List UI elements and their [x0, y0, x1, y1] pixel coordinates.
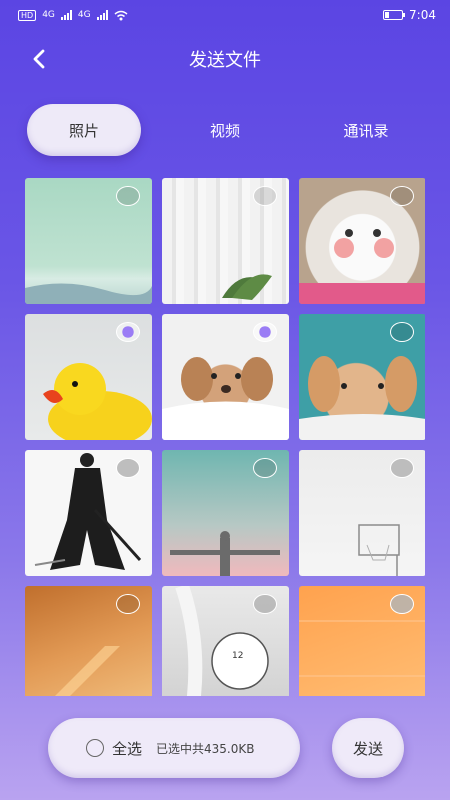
photo-tile-cat[interactable] — [299, 178, 425, 304]
photo-tile-statue[interactable] — [162, 450, 289, 576]
battery-icon — [383, 10, 406, 20]
net-label-2: 4G — [77, 10, 91, 20]
select-circle[interactable] — [253, 594, 277, 614]
select-circle[interactable] — [390, 186, 414, 206]
tab-bar: 照片 视频 通讯录 — [0, 104, 450, 160]
hd-badge: HD — [18, 9, 37, 21]
select-circle[interactable] — [116, 458, 140, 478]
photo-tile-orange-gradient[interactable] — [299, 586, 425, 696]
tab-contacts[interactable]: 通讯录 — [309, 104, 423, 156]
select-circle[interactable] — [116, 186, 140, 206]
status-bar: HD 4G 4G 7:04 — [0, 0, 450, 30]
signal-icon-2 — [96, 10, 108, 20]
tab-videos[interactable]: 视频 — [168, 104, 282, 156]
photo-tile-hoop[interactable] — [299, 450, 425, 576]
status-left: HD 4G 4G — [18, 9, 128, 21]
select-circle[interactable] — [390, 322, 414, 342]
select-all-bar: 全选 已选中共435.0KB — [48, 718, 300, 778]
svg-text:12: 12 — [232, 651, 243, 661]
photo-tile-duck[interactable] — [25, 314, 152, 440]
select-circle[interactable] — [253, 322, 277, 342]
photo-tile-beach[interactable] — [25, 178, 152, 304]
page-title: 发送文件 — [189, 50, 261, 71]
select-circle[interactable] — [116, 322, 140, 342]
select-circle[interactable] — [390, 594, 414, 614]
photo-tile-warrior[interactable] — [25, 450, 152, 576]
photo-tile-curtain[interactable] — [162, 178, 289, 304]
header: 发送文件 — [0, 36, 450, 80]
net-label-1: 4G — [42, 10, 55, 20]
tab-contacts-label: 通讯录 — [343, 121, 389, 140]
tab-videos-label: 视频 — [209, 121, 240, 140]
send-button[interactable]: 发送 — [332, 718, 404, 778]
photo-tile-clock[interactable]: 12 — [162, 586, 289, 696]
tab-photos[interactable]: 照片 — [27, 104, 141, 156]
photo-tile-puppy[interactable] — [162, 314, 289, 440]
select-circle[interactable] — [390, 458, 414, 478]
select-circle[interactable] — [116, 594, 140, 614]
status-right: 7:04 — [383, 8, 436, 22]
send-button-label: 发送 — [352, 739, 383, 758]
photo-grid: 12 — [25, 178, 425, 696]
select-circle[interactable] — [253, 186, 277, 206]
tab-photos-label: 照片 — [68, 121, 99, 140]
clock: 7:04 — [409, 8, 436, 22]
bottom-bar: 全选 已选中共435.0KB 发送 — [0, 716, 450, 782]
wifi-icon — [114, 10, 128, 20]
selected-size-info: 已选中共435.0KB — [156, 741, 255, 756]
signal-icon — [60, 10, 72, 20]
select-all-label[interactable]: 全选 — [112, 738, 142, 759]
select-all-radio[interactable] — [86, 739, 104, 757]
photo-tile-orange-wall[interactable] — [25, 586, 152, 696]
select-circle[interactable] — [253, 458, 277, 478]
photo-tile-bunny[interactable] — [299, 314, 425, 440]
